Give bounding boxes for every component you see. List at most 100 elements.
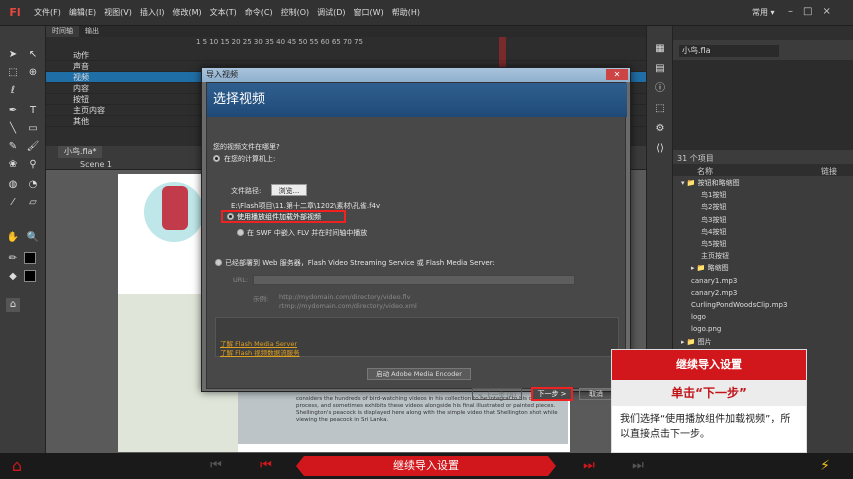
minimize-icon[interactable]: – <box>788 6 793 17</box>
swatches-panel-icon[interactable]: ▤ <box>653 62 667 76</box>
color-panel-icon[interactable]: ▦ <box>653 42 667 56</box>
menu-window[interactable]: 窗口(W) <box>354 7 384 18</box>
library-file-select[interactable]: 小鸟.fla <box>679 45 779 57</box>
3d-rotate-tool-icon[interactable]: ⊕ <box>26 66 40 80</box>
url-label: URL: <box>233 276 249 284</box>
timeline-tabs: 时间轴 输出 <box>46 26 646 37</box>
library-preview <box>673 60 853 150</box>
radio-web-server[interactable] <box>215 259 222 266</box>
text-tool-icon[interactable]: T <box>26 104 40 118</box>
menu-command[interactable]: 命令(C) <box>245 7 273 18</box>
ink-bottle-icon[interactable]: ◔ <box>26 178 40 192</box>
transform-panel-icon[interactable]: ⬚ <box>653 102 667 116</box>
bone-tool-icon[interactable]: ⚲ <box>26 158 40 172</box>
library-item[interactable]: 鸟2按钮 <box>701 201 726 213</box>
dialog-heading: 选择视频 <box>207 83 627 117</box>
pen-tool-icon[interactable]: ✒ <box>6 104 20 118</box>
library-item[interactable]: 鸟4按钮 <box>701 226 726 238</box>
layer-name: 其他 <box>73 117 89 126</box>
menu-modify[interactable]: 修改(M) <box>172 7 201 18</box>
transform-tool-icon[interactable]: ⬚ <box>6 66 20 80</box>
subselection-tool-icon[interactable]: ↖ <box>26 48 40 62</box>
components-panel-icon[interactable]: ⚙ <box>653 122 667 136</box>
next-button[interactable]: 下一步 > <box>531 387 573 401</box>
menu-text[interactable]: 文本(T) <box>210 7 237 18</box>
selection-tool-icon[interactable]: ➤ <box>6 48 20 62</box>
layer-row[interactable]: 动作 <box>46 50 646 61</box>
tab-timeline[interactable]: 时间轴 <box>46 26 79 37</box>
radio-local[interactable] <box>213 155 220 162</box>
example-label: 示例: <box>253 295 269 303</box>
document-tab[interactable]: 小鸟.fla* <box>58 146 103 158</box>
library-item[interactable]: logo.png <box>691 323 721 335</box>
menu-view[interactable]: 视图(V) <box>104 7 132 18</box>
library-item[interactable]: 主页按钮 <box>701 250 729 262</box>
eraser-tool-icon[interactable]: ▱ <box>26 196 40 210</box>
library-col-name[interactable]: 名称 <box>697 166 713 177</box>
maximize-icon[interactable]: □ <box>803 6 812 17</box>
brush-tool-icon[interactable]: 🖌 <box>26 140 40 154</box>
url-input[interactable] <box>253 275 575 285</box>
menu-insert[interactable]: 插入(I) <box>140 7 165 18</box>
fill-color-swatch[interactable] <box>24 270 36 282</box>
next-step-icon[interactable]: ⏭ <box>578 458 600 474</box>
rectangle-tool-icon[interactable]: ▭ <box>26 122 40 136</box>
window-controls: – □ × <box>788 6 831 17</box>
flash-logo-icon: Fl <box>9 5 21 19</box>
library-item[interactable]: ▸ 📁 略缩图 <box>691 262 729 274</box>
stroke-color-swatch[interactable] <box>24 252 36 264</box>
dialog-close-button[interactable]: ✕ <box>606 69 628 80</box>
menu-control[interactable]: 控制(O) <box>281 7 310 18</box>
layer-name: 主页内容 <box>73 106 105 115</box>
import-video-dialog: 导入视频 ✕ 选择视频 您的视频文件在哪里? 在您的计算机上: 文件路径: 浏览… <box>201 67 631 401</box>
scene-label: Scene 1 <box>80 160 113 169</box>
browse-button[interactable]: 浏览... <box>271 184 307 196</box>
previous-button[interactable]: < 上一步 (B) <box>472 388 522 400</box>
library-item[interactable]: 鸟1按钮 <box>701 189 726 201</box>
paint-bucket-icon[interactable]: ◍ <box>6 178 20 192</box>
info-panel-icon[interactable]: ⓘ <box>653 82 667 96</box>
help-links-panel: 了解 Flash Media Server 了解 Flash 视频数据流服务 <box>215 317 619 357</box>
layer-name: 按钮 <box>73 95 89 104</box>
stroke-color-icon[interactable]: ✏ <box>6 252 20 266</box>
layer-name: 声音 <box>73 62 89 71</box>
library-item[interactable]: ▸ 📁 图片 <box>681 336 712 348</box>
library-item[interactable]: logo <box>691 311 706 323</box>
tutorial-callout: 继续导入设置 单击“下一步” 我们选择“使用播放组件加载视频”，所以直接点击下一… <box>611 349 807 453</box>
tab-output[interactable]: 输出 <box>79 26 105 37</box>
zoom-tool-icon[interactable]: 🔍 <box>26 231 40 245</box>
library-col-link[interactable]: 链接 <box>821 166 837 177</box>
launch-encoder-button[interactable]: 启动 Adobe Media Encoder <box>367 368 471 380</box>
snap-magnet-icon[interactable]: ⌂ <box>6 298 20 312</box>
close-icon[interactable]: × <box>822 6 830 17</box>
library-item[interactable]: 鸟3按钮 <box>701 214 726 226</box>
library-item[interactable]: 鸟5按钮 <box>701 238 726 250</box>
menu-help[interactable]: 帮助(H) <box>392 7 420 18</box>
last-step-icon[interactable]: ⏭ <box>627 458 649 474</box>
library-item[interactable]: canary1.mp3 <box>691 275 737 287</box>
external-player-label: 使用播放组件加载外部视频 <box>237 213 321 221</box>
lasso-tool-icon[interactable]: ℓ <box>6 84 20 98</box>
radio-external-player[interactable] <box>227 213 234 220</box>
deco-tool-icon[interactable]: ❀ <box>6 158 20 172</box>
radio-embed-swf[interactable] <box>237 229 244 236</box>
menu-debug[interactable]: 调试(D) <box>317 7 345 18</box>
cancel-button[interactable]: 取消 <box>579 388 613 400</box>
line-tool-icon[interactable]: ╲ <box>6 122 20 136</box>
code-snippets-icon[interactable]: ⟨⟩ <box>653 142 667 156</box>
library-item[interactable]: canary2.mp3 <box>691 287 737 299</box>
first-step-icon[interactable]: ⏮ <box>205 458 227 474</box>
web-server-label: 已经部署到 Web 服务器，Flash Video Streaming Serv… <box>225 259 495 267</box>
menu-file[interactable]: 文件(F) <box>34 7 61 18</box>
workspace-switcher[interactable]: 常用 ▾ <box>752 7 775 18</box>
home-icon[interactable]: ⌂ <box>8 457 26 475</box>
prev-step-icon[interactable]: ⏮ <box>255 458 277 474</box>
eyedropper-tool-icon[interactable]: ⁄ <box>6 196 20 210</box>
link-flash-video-streaming[interactable]: 了解 Flash 视频数据流服务 <box>220 347 300 357</box>
hand-tool-icon[interactable]: ✋ <box>6 231 20 245</box>
library-item[interactable]: ▾ 📁 按钮和略缩图 <box>681 177 740 189</box>
menu-edit[interactable]: 编辑(E) <box>69 7 96 18</box>
pencil-tool-icon[interactable]: ✎ <box>6 140 20 154</box>
library-item[interactable]: CurlingPondWoodsClip.mp3 <box>691 299 787 311</box>
fill-color-icon[interactable]: ◆ <box>6 270 20 284</box>
